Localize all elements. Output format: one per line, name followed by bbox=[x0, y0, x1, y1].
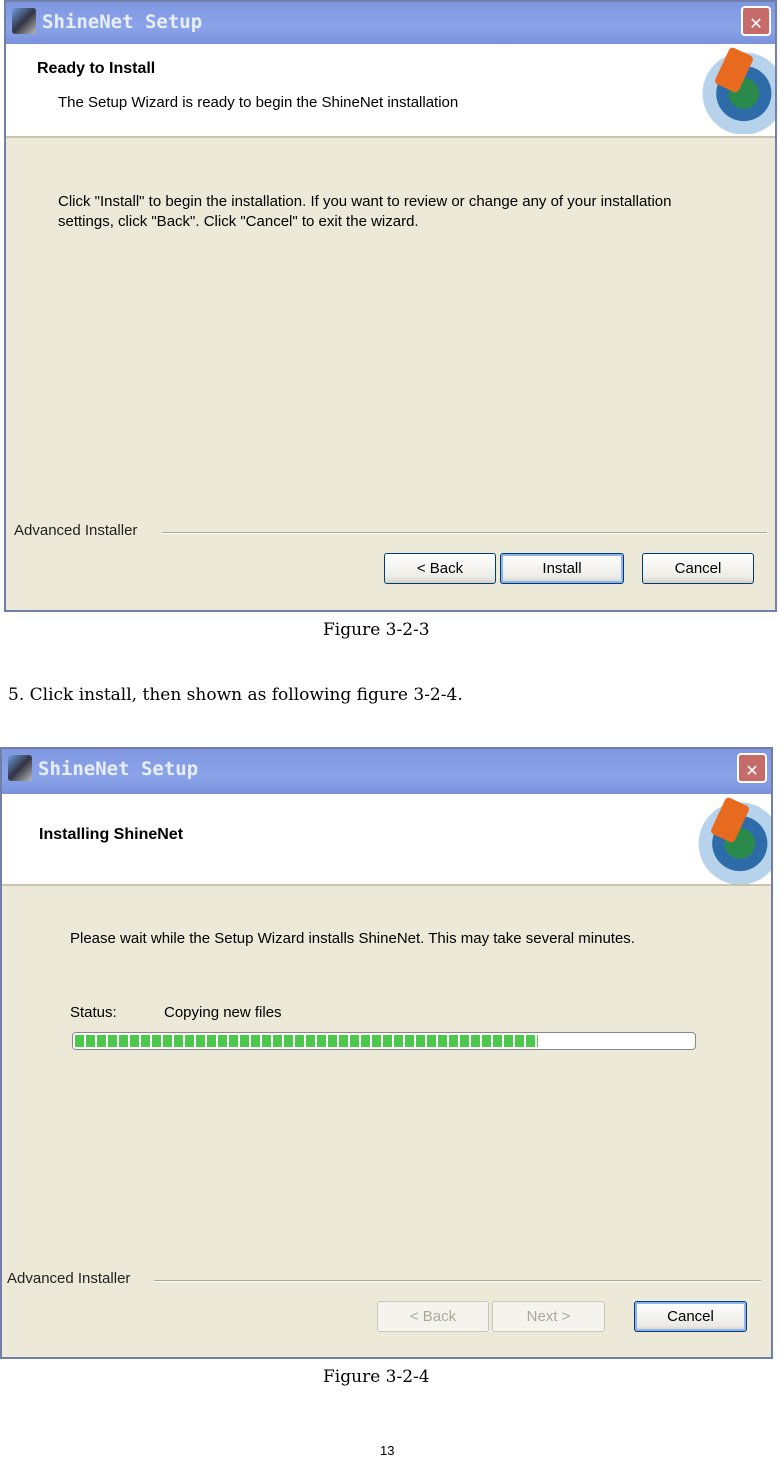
setup-dialog-installing: ShineNet Setup ✕ Installing ShineNet Ple… bbox=[0, 747, 773, 1359]
window-title: ShineNet Setup bbox=[42, 11, 203, 33]
back-button[interactable]: < Back bbox=[377, 1301, 489, 1332]
title-bar: ShineNet Setup ✕ bbox=[2, 749, 771, 794]
cancel-button[interactable]: Cancel bbox=[634, 1301, 747, 1332]
page-subheading: The Setup Wizard is ready to begin the S… bbox=[58, 94, 459, 111]
installer-logo-icon bbox=[693, 794, 771, 884]
advanced-installer-label: Advanced Installer bbox=[7, 1270, 131, 1287]
next-button[interactable]: Next > bbox=[492, 1301, 605, 1332]
title-bar: ShineNet Setup ✕ bbox=[6, 2, 775, 44]
installer-logo-icon bbox=[697, 44, 775, 134]
setup-app-icon bbox=[8, 755, 32, 781]
instruction-text: 5. Click install, then shown as followin… bbox=[8, 685, 463, 705]
progress-fill bbox=[73, 1033, 540, 1049]
divider bbox=[162, 532, 767, 534]
figure-caption: Figure 3-2-3 bbox=[323, 620, 430, 640]
close-icon[interactable]: ✕ bbox=[741, 6, 771, 36]
window-title: ShineNet Setup bbox=[38, 758, 199, 780]
wizard-header: Ready to Install The Setup Wizard is rea… bbox=[6, 44, 775, 138]
page-heading: Installing ShineNet bbox=[39, 826, 184, 843]
cancel-button[interactable]: Cancel bbox=[642, 553, 754, 584]
close-icon[interactable]: ✕ bbox=[737, 753, 767, 783]
setup-app-icon bbox=[12, 8, 36, 34]
figure-caption: Figure 3-2-4 bbox=[323, 1367, 430, 1387]
instructions-text: Click "Install" to begin the installatio… bbox=[58, 193, 672, 230]
install-button[interactable]: Install bbox=[500, 553, 624, 584]
page-heading: Ready to Install bbox=[37, 60, 156, 77]
status-label: Status: bbox=[70, 1004, 117, 1021]
wizard-header: Installing ShineNet bbox=[2, 794, 771, 886]
advanced-installer-label: Advanced Installer bbox=[14, 522, 138, 539]
status-value: Copying new files bbox=[164, 1004, 282, 1021]
setup-dialog-ready: ShineNet Setup ✕ Ready to Install The Se… bbox=[4, 0, 777, 612]
wait-text: Please wait while the Setup Wizard insta… bbox=[70, 930, 635, 947]
back-button[interactable]: < Back bbox=[384, 553, 496, 584]
divider bbox=[154, 1280, 761, 1282]
install-progress-bar bbox=[72, 1032, 696, 1050]
page-number: 13 bbox=[380, 1443, 395, 1458]
